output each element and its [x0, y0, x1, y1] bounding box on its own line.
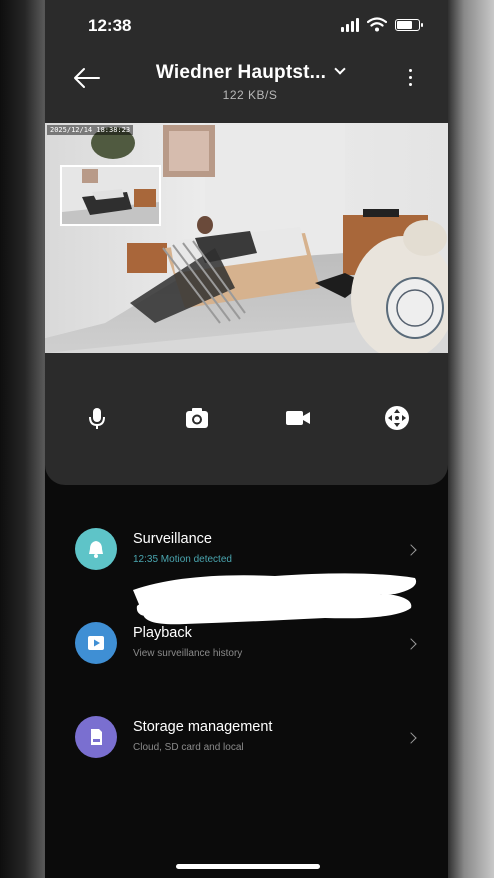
chevron-right-icon: [405, 544, 417, 556]
status-time: 12:38: [88, 16, 132, 35]
playback-icon-badge: [75, 622, 117, 664]
chevron-down-icon: [334, 63, 346, 75]
list-item-storage[interactable]: Storage management Cloud, SD card and lo…: [45, 698, 448, 778]
list-item-subtitle: Cloud, SD card and local: [133, 742, 244, 753]
device-selector[interactable]: Wiedner Hauptst... 122 KB/S: [140, 62, 360, 102]
bell-icon: [89, 541, 103, 558]
more-menu-icon[interactable]: [407, 69, 413, 89]
ptz-control-icon[interactable]: [382, 403, 412, 433]
header: Wiedner Hauptst... 122 KB/S: [45, 52, 448, 122]
list-item-title: Storage management: [133, 719, 273, 735]
wifi-icon: [367, 17, 387, 32]
play-icon: [88, 636, 104, 650]
microphone-icon[interactable]: [82, 403, 112, 433]
camera-image: [45, 123, 448, 353]
chevron-right-icon: [405, 732, 417, 744]
bitrate-label: 122 KB/S: [222, 88, 278, 102]
back-arrow-icon[interactable]: [72, 67, 102, 89]
camera-controls: [45, 395, 448, 441]
video-record-icon[interactable]: [283, 403, 313, 433]
list-item-subtitle: View surveillance history: [133, 648, 243, 659]
status-bar: 12:38: [45, 0, 448, 52]
signal-icon: [341, 18, 361, 32]
home-indicator[interactable]: [176, 864, 320, 869]
surveillance-icon-badge: [75, 528, 117, 570]
camera-snapshot-icon[interactable]: [182, 403, 212, 433]
list-item-subtitle: 12:35 Motion detected: [133, 554, 232, 565]
redaction-scribble: [133, 573, 417, 625]
storage-icon: [91, 729, 102, 745]
list-item-title: Surveillance: [133, 531, 212, 547]
camera-panel: 12:38 Wiedner Hauptst... 122 KB/S 2025/1…: [45, 0, 448, 485]
live-video-feed[interactable]: 2025/12/14 18:38:23: [45, 123, 448, 353]
chevron-right-icon: [405, 638, 417, 650]
video-timestamp: 2025/12/14 18:38:23: [47, 125, 134, 135]
battery-icon: [395, 19, 423, 31]
picture-in-picture[interactable]: [60, 165, 161, 226]
device-title: Wiedner Hauptst...: [155, 62, 327, 83]
phone-screen: 12:38 Wiedner Hauptst... 122 KB/S 2025/1…: [45, 0, 448, 878]
storage-icon-badge: [75, 716, 117, 758]
